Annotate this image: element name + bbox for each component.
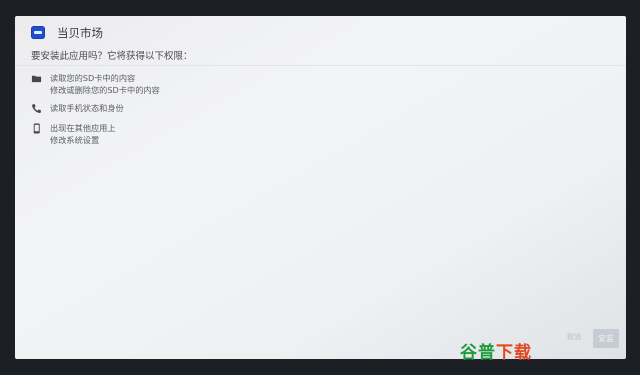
app-name: 当贝市场 <box>57 26 103 40</box>
permission-phone-text: 读取手机状态和身份 <box>50 102 124 114</box>
permission-storage-modify: 修改或删除您的SD卡中的内容 <box>50 85 160 95</box>
permissions-divider <box>15 65 626 66</box>
app-header: 当贝市场 要安装此应用吗？它将获得以下权限： <box>15 16 626 66</box>
install-button[interactable]: 安装 <box>593 329 619 348</box>
permission-storage-read: 读取您的SD卡中的内容 <box>50 73 136 83</box>
permission-system-text: 出现在其他应用上 修改系统设置 <box>50 122 116 146</box>
watermark-part1: 谷普 <box>460 343 496 363</box>
permission-phone-state: 读取手机状态和身份 <box>50 103 124 113</box>
install-dialog-screen: 当贝市场 要安装此应用吗？它将获得以下权限： 读取您的SD卡中的内容 修改或删除… <box>15 16 626 359</box>
watermark-logo: 谷普下载 <box>460 338 532 363</box>
blue-app-logo-icon <box>31 26 45 39</box>
permission-system-settings: 修改系统设置 <box>50 135 100 145</box>
permission-storage-text: 读取您的SD卡中的内容 修改或删除您的SD卡中的内容 <box>50 72 160 96</box>
folder-icon <box>31 75 42 83</box>
cancel-button[interactable]: 取消 <box>567 332 581 342</box>
install-prompt: 要安装此应用吗？它将获得以下权限： <box>31 51 193 62</box>
watermark-part2: 下载 <box>496 343 532 363</box>
mobile-device-icon <box>33 123 40 134</box>
permission-overlay: 出现在其他应用上 <box>50 123 116 133</box>
phone-icon <box>32 104 41 114</box>
